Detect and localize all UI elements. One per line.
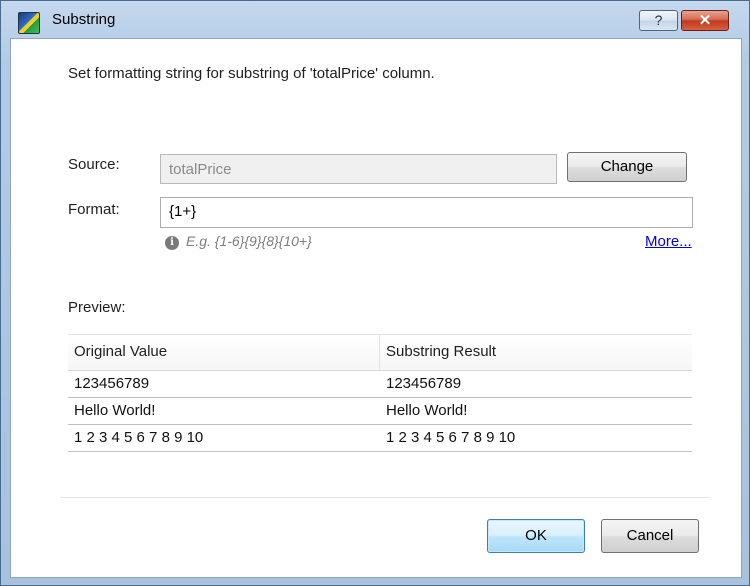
info-icon: i bbox=[165, 236, 179, 250]
table-row: 123456789 123456789 bbox=[68, 371, 692, 398]
help-button[interactable]: ? bbox=[639, 10, 678, 31]
ok-button[interactable]: OK bbox=[487, 519, 585, 553]
cancel-button[interactable]: Cancel bbox=[601, 519, 699, 553]
format-example-text: E.g. {1-6}{9}{8}{10+} bbox=[186, 233, 312, 249]
substring-result-cell: 1 2 3 4 5 6 7 8 9 10 bbox=[386, 429, 516, 446]
substring-result-cell: Hello World! bbox=[386, 402, 468, 419]
window-title: Substring bbox=[52, 11, 116, 28]
original-value-cell: 123456789 bbox=[74, 375, 150, 392]
close-button[interactable]: ✕ bbox=[681, 10, 729, 31]
format-input[interactable]: {1+} bbox=[160, 197, 693, 228]
original-value-cell: Hello World! bbox=[74, 402, 156, 419]
table-row: Hello World! Hello World! bbox=[68, 398, 692, 425]
substring-result-cell: 123456789 bbox=[386, 375, 462, 392]
format-label: Format: bbox=[68, 201, 120, 218]
title-bar[interactable]: Substring ? ✕ bbox=[1, 1, 749, 37]
table-row: 1 2 3 4 5 6 7 8 9 10 1 2 3 4 5 6 7 8 9 1… bbox=[68, 425, 692, 452]
original-value-cell: 1 2 3 4 5 6 7 8 9 10 bbox=[74, 429, 204, 446]
preview-label: Preview: bbox=[68, 299, 126, 316]
column-header-substring-result[interactable]: Substring Result bbox=[380, 335, 692, 370]
dialog-window: Substring ? ✕ bbox=[0, 0, 750, 586]
more-link[interactable]: More... bbox=[645, 233, 692, 250]
app-icon bbox=[18, 12, 40, 34]
source-field: totalPrice bbox=[160, 154, 557, 184]
preview-table: Original Value Substring Result 12345678… bbox=[68, 334, 692, 452]
column-header-original-value[interactable]: Original Value bbox=[68, 335, 380, 370]
footer-divider bbox=[60, 497, 710, 498]
table-header: Original Value Substring Result bbox=[68, 334, 692, 371]
instructions-text: Set formatting string for substring of '… bbox=[68, 65, 435, 82]
change-button[interactable]: Change bbox=[567, 152, 687, 182]
source-label: Source: bbox=[68, 156, 120, 173]
